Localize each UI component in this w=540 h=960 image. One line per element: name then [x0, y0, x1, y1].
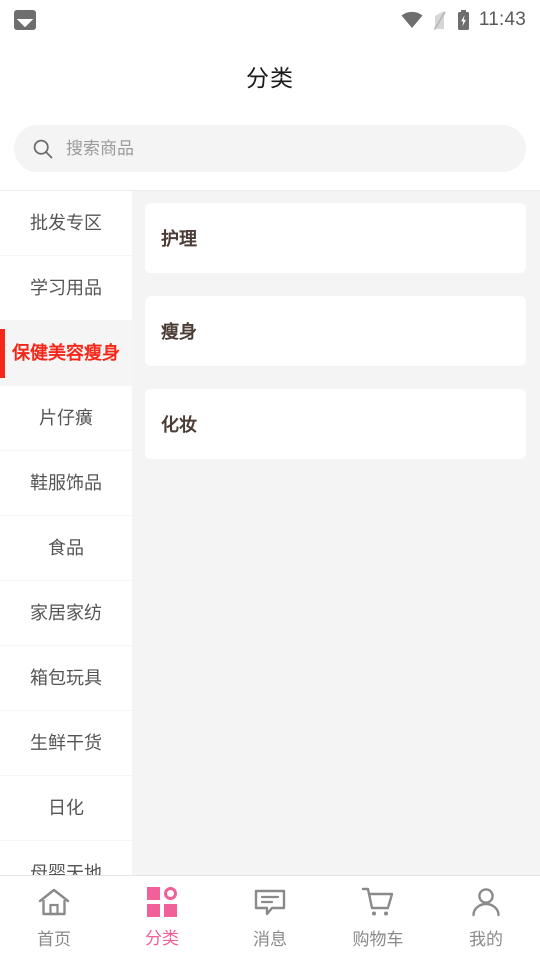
nav-item-购物车[interactable]: 购物车: [324, 876, 432, 960]
grid-circle: [164, 887, 177, 900]
sidebar-item-label: 鞋服饰品: [30, 472, 102, 493]
sidebar-item-9[interactable]: 日化: [0, 776, 132, 841]
nav-item-label: 购物车: [352, 930, 404, 949]
nav-item-label: 首页: [37, 930, 71, 949]
search-box[interactable]: [14, 125, 526, 172]
nav-item-label: 分类: [145, 929, 179, 948]
subcategory-card-label: 护理: [161, 229, 197, 249]
nav-item-消息[interactable]: 消息: [216, 876, 324, 960]
battery-charging-icon: [457, 9, 469, 30]
search-bar-container: [0, 111, 540, 191]
sidebar-item-label: 日化: [48, 797, 84, 818]
nav-item-分类[interactable]: 分类: [108, 876, 216, 960]
sidebar-item-label: 学习用品: [30, 277, 102, 298]
sidebar-item-1[interactable]: 学习用品: [0, 256, 132, 321]
sidebar-item-4[interactable]: 鞋服饰品: [0, 451, 132, 516]
sidebar-item-8[interactable]: 生鲜干货: [0, 711, 132, 776]
status-bar-left: [14, 10, 36, 30]
grid-icon: [147, 887, 177, 917]
sidebar-item-6[interactable]: 家居家纺: [0, 581, 132, 646]
search-input[interactable]: [66, 125, 508, 172]
sidebar-item-label: 片仔癀: [39, 407, 93, 428]
bottom-navigation: 首页 分类 消息 购物车 我的: [0, 875, 540, 960]
page-title: 分类: [246, 64, 294, 91]
sidebar-item-3[interactable]: 片仔癀: [0, 386, 132, 451]
sidebar-item-label: 家居家纺: [30, 602, 102, 623]
home-icon: [37, 886, 71, 918]
body-area: 批发专区学习用品保健美容瘦身 片仔癀鞋服饰品食品家居家纺箱包玩具生鲜干货日化母婴天…: [0, 191, 540, 875]
search-icon: [33, 139, 53, 158]
subcategory-card[interactable]: 化妆: [145, 389, 526, 459]
nav-item-首页[interactable]: 首页: [0, 876, 108, 960]
sidebar-item-label: 食品: [48, 537, 84, 558]
status-bar: 11:43: [0, 0, 540, 40]
message-icon: [253, 886, 287, 918]
wifi-icon: [401, 11, 423, 28]
nav-item-label: 消息: [253, 930, 287, 949]
sidebar-item-5[interactable]: 食品: [0, 516, 132, 581]
sidebar-item-10[interactable]: 母婴天地: [0, 841, 132, 875]
app-root: 11:43 分类 批发专区学习用品保健美容瘦身片仔癀鞋服饰品食品家居家纺箱包玩具…: [0, 0, 540, 960]
signal-off-icon: [433, 10, 446, 30]
person-icon: [469, 886, 503, 918]
grid-square: [164, 904, 177, 917]
subcategory-card[interactable]: 瘦身: [145, 296, 526, 366]
status-bar-right: 11:43: [400, 9, 526, 31]
sidebar-item-label: 箱包玩具: [30, 667, 102, 688]
nav-item-我的[interactable]: 我的: [432, 876, 540, 960]
status-time: 11:43: [478, 9, 526, 30]
sidebar-item-2[interactable]: 保健美容瘦身: [0, 321, 132, 386]
page-header: 分类: [0, 40, 540, 111]
sidebar-item-7[interactable]: 箱包玩具: [0, 646, 132, 711]
nav-item-label: 我的: [469, 930, 503, 949]
subcategory-card-label: 化妆: [161, 415, 197, 435]
category-sidebar[interactable]: 批发专区学习用品保健美容瘦身 片仔癀鞋服饰品食品家居家纺箱包玩具生鲜干货日化母婴天…: [0, 191, 132, 875]
sidebar-item-label: 母婴天地: [30, 862, 102, 875]
sidebar-item-label: 批发专区: [30, 212, 102, 233]
subcategory-card-label: 瘦身: [161, 322, 197, 342]
subcategory-content: 护理 瘦身 化妆: [132, 191, 540, 875]
photo-notification-icon: [14, 10, 36, 30]
grid-square: [147, 887, 160, 900]
grid-square: [147, 904, 160, 917]
sidebar-item-0[interactable]: 批发专区: [0, 191, 132, 256]
sidebar-item-label: 生鲜干货: [30, 732, 102, 753]
cart-icon: [361, 886, 395, 918]
subcategory-card[interactable]: 护理: [145, 203, 526, 273]
sidebar-item-label: 保健美容瘦身: [12, 342, 120, 363]
